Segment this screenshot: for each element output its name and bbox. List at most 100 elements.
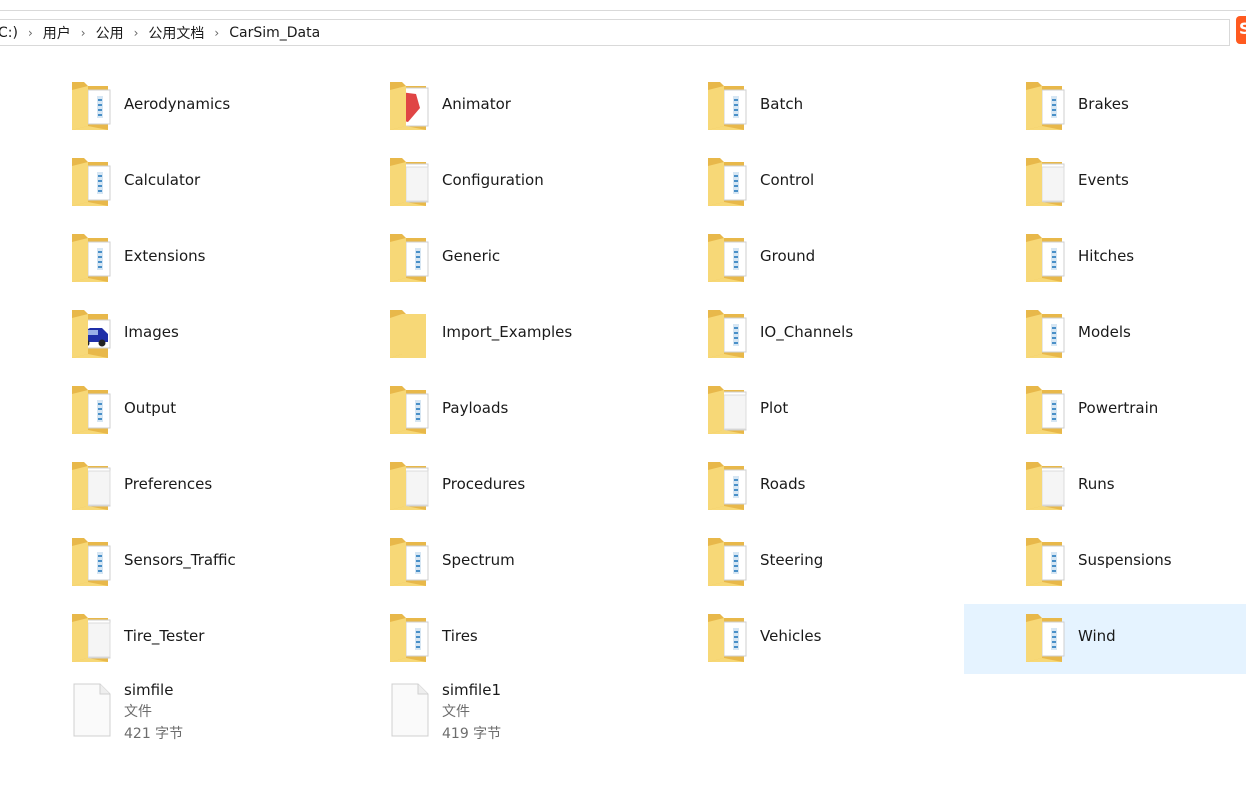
folder-doc-icon: [704, 610, 752, 666]
folder-name: Suspensions: [1078, 551, 1172, 569]
folder-name: Control: [760, 171, 815, 189]
folder-name: Aerodynamics: [124, 95, 231, 113]
folder-item[interactable]: Brakes: [1022, 72, 1246, 142]
folder-blank-doc-icon: [1022, 458, 1070, 514]
folder-name: Hitches: [1078, 247, 1135, 265]
folder-name: Tires: [442, 627, 478, 645]
folder-name: Extensions: [124, 247, 206, 265]
folder-item[interactable]: Configuration: [386, 148, 662, 218]
breadcrumb-item-carsim-data[interactable]: CarSim_Data: [225, 25, 324, 41]
folder-item[interactable]: Preferences: [68, 452, 344, 522]
folder-item[interactable]: Batch: [704, 72, 980, 142]
chevron-right-icon[interactable]: ›: [22, 26, 39, 40]
folder-doc-icon: [704, 78, 752, 134]
folder-name: Calculator: [124, 171, 201, 189]
folder-blank-doc-icon: [68, 458, 116, 514]
folder-blank-doc-icon: [1022, 154, 1070, 210]
folder-doc-icon: [1022, 382, 1070, 438]
folder-name: Animator: [442, 95, 511, 113]
file-size: 419 字节: [442, 726, 502, 742]
folder-doc-icon: [1022, 230, 1070, 286]
folder-item[interactable]: Vehicles: [704, 604, 980, 674]
breadcrumb-item-users[interactable]: 用户: [39, 23, 75, 43]
folder-item[interactable]: Sensors_Traffic: [68, 528, 344, 598]
folder-item[interactable]: Wind: [964, 604, 1246, 674]
folder-item[interactable]: Hitches: [1022, 224, 1246, 294]
folder-name: Output: [124, 399, 177, 417]
folder-item[interactable]: Animator: [386, 72, 662, 142]
folder-doc-icon: [68, 230, 116, 286]
folder-item[interactable]: Aerodynamics: [68, 72, 344, 142]
folder-name: Runs: [1078, 475, 1115, 493]
folder-name: Wind: [1078, 627, 1116, 645]
folder-item[interactable]: Ground: [704, 224, 980, 294]
file-icon: [68, 682, 116, 738]
sogou-app-icon[interactable]: S: [1236, 16, 1246, 44]
folder-item[interactable]: Payloads: [386, 376, 662, 446]
folder-item[interactable]: Tires: [386, 604, 662, 674]
chevron-right-icon[interactable]: ›: [208, 26, 225, 40]
top-divider: [0, 10, 1246, 11]
folder-item[interactable]: Import_Examples: [386, 300, 662, 370]
file-item[interactable]: simfile1 文件 419 字节: [386, 676, 662, 746]
folder-doc-icon: [68, 534, 116, 590]
file-item[interactable]: simfile 文件 421 字节: [68, 676, 344, 746]
folder-name: Preferences: [124, 475, 213, 493]
folder-red-doc-icon: [386, 78, 434, 134]
folder-name: Sensors_Traffic: [124, 551, 236, 569]
chevron-right-icon[interactable]: ›: [128, 26, 145, 40]
breadcrumb-item-public[interactable]: 公用: [92, 23, 128, 43]
folder-name: Brakes: [1078, 95, 1129, 113]
folder-item[interactable]: Procedures: [386, 452, 662, 522]
folder-item[interactable]: Control: [704, 148, 980, 218]
folder-name: Payloads: [442, 399, 509, 417]
file-type: 文件: [124, 704, 152, 720]
folder-doc-icon: [704, 458, 752, 514]
folder-item[interactable]: Extensions: [68, 224, 344, 294]
breadcrumb[interactable]: C:) › 用户 › 公用 › 公用文档 › CarSim_Data: [0, 19, 1230, 46]
folder-item[interactable]: Spectrum: [386, 528, 662, 598]
folder-empty-icon: [386, 306, 434, 362]
folder-blank-doc-icon: [704, 382, 752, 438]
folder-item[interactable]: Models: [1022, 300, 1246, 370]
folder-item[interactable]: Generic: [386, 224, 662, 294]
folder-item[interactable]: Tire_Tester: [68, 604, 344, 674]
breadcrumb-item-drive[interactable]: C:): [0, 25, 22, 41]
folder-name: Events: [1078, 171, 1129, 189]
app-icon-glyph: S: [1239, 19, 1246, 38]
folder-name: Generic: [442, 247, 501, 265]
folder-doc-icon: [68, 154, 116, 210]
folder-item[interactable]: Suspensions: [1022, 528, 1246, 598]
folder-name: Tire_Tester: [124, 627, 205, 645]
folder-item[interactable]: Steering: [704, 528, 980, 598]
folder-blank-doc-icon: [386, 458, 434, 514]
folder-item[interactable]: Output: [68, 376, 344, 446]
folder-doc-icon: [68, 78, 116, 134]
folder-name: Batch: [760, 95, 804, 113]
folder-doc-icon: [704, 230, 752, 286]
chevron-right-icon[interactable]: ›: [75, 26, 92, 40]
folder-doc-icon: [1022, 610, 1070, 666]
folder-item[interactable]: IO_Channels: [704, 300, 980, 370]
folder-name: Steering: [760, 551, 824, 569]
breadcrumb-item-public-documents[interactable]: 公用文档: [144, 23, 208, 43]
file-details: simfile1 文件 419 字节: [442, 681, 501, 743]
folder-item[interactable]: Events: [1022, 148, 1246, 218]
folder-name: Roads: [760, 475, 806, 493]
folder-item[interactable]: Runs: [1022, 452, 1246, 522]
folder-doc-icon: [386, 610, 434, 666]
folder-name: Ground: [760, 247, 816, 265]
folder-item[interactable]: Images: [68, 300, 344, 370]
folder-name: Import_Examples: [442, 323, 573, 341]
file-icon: [386, 682, 434, 738]
folder-blank-doc-icon: [68, 610, 116, 666]
folder-item[interactable]: Plot: [704, 376, 980, 446]
folder-doc-icon: [1022, 306, 1070, 362]
folder-doc-icon: [704, 154, 752, 210]
folder-item[interactable]: Roads: [704, 452, 980, 522]
folder-doc-icon: [386, 230, 434, 286]
folder-item[interactable]: Powertrain: [1022, 376, 1246, 446]
folder-item[interactable]: Calculator: [68, 148, 344, 218]
folder-name: Configuration: [442, 171, 544, 189]
folder-name: Vehicles: [760, 627, 822, 645]
